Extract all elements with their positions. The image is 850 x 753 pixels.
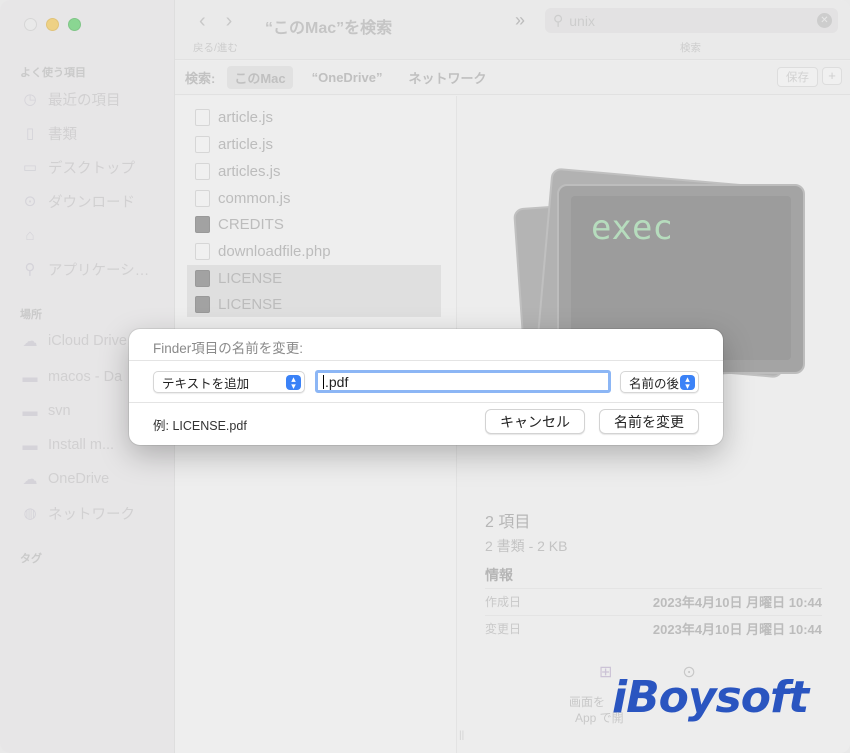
created-value: 2023年4月10日 月曜日 10:44 bbox=[652, 595, 822, 610]
cloud-icon: ☁ bbox=[22, 471, 38, 488]
rename-example: 例: LICENSE.pdf bbox=[153, 419, 247, 433]
tags-header: タグ bbox=[20, 553, 42, 565]
window-title: “このMac”を検索 bbox=[265, 20, 393, 37]
item-count: 2 項目 bbox=[485, 514, 531, 531]
minimize-button[interactable] bbox=[46, 18, 59, 31]
created-row: 作成日 2023年4月10日 月曜日 10:44 bbox=[485, 588, 822, 614]
rename-dialog: Finder項目の名前を変更: テキストを追加 ▴ ▾ .pdf 名前の後 ▴ ▾ … bbox=[129, 329, 723, 445]
list-item-selected[interactable]: LICENSE bbox=[187, 291, 441, 317]
text-caret bbox=[323, 374, 324, 389]
js-file-icon bbox=[195, 189, 210, 207]
back-button[interactable]: ‹ bbox=[199, 10, 206, 33]
disk-icon: ▬ bbox=[22, 402, 38, 420]
js-file-icon bbox=[195, 108, 210, 126]
modified-label: 変更日 bbox=[485, 622, 522, 636]
action-label: 画面を bbox=[569, 695, 606, 709]
divider bbox=[129, 402, 723, 403]
modified-row: 変更日 2023年4月10日 月曜日 10:44 bbox=[485, 615, 822, 641]
search-value: unix bbox=[569, 12, 595, 29]
list-item[interactable]: downloadfile.php bbox=[187, 238, 441, 264]
list-item[interactable]: article.js bbox=[187, 131, 441, 157]
clock-icon: ◷ bbox=[23, 91, 37, 108]
dialog-title: Finder項目の名前を変更: bbox=[153, 341, 304, 356]
sidebar-item-desktop[interactable]: ▭ デスクトップ bbox=[20, 156, 135, 178]
scope-network[interactable]: ネットワーク bbox=[401, 66, 493, 89]
exec-label: exec bbox=[591, 208, 673, 248]
forward-button[interactable]: › bbox=[226, 10, 233, 33]
item-summary: 2 書類 - 2 KB bbox=[485, 538, 568, 554]
more-chevron-icon[interactable]: » bbox=[515, 10, 525, 31]
zoom-button[interactable] bbox=[68, 18, 81, 31]
locations-header: 場所 bbox=[20, 309, 42, 321]
desktop-icon: ▭ bbox=[22, 159, 38, 176]
disk-icon: ▬ bbox=[22, 368, 38, 386]
search-input[interactable]: ⚲ unix ✕ bbox=[545, 8, 838, 33]
scope-label: 検索: bbox=[185, 71, 216, 86]
rename-button[interactable]: 名前を変更 bbox=[599, 409, 699, 434]
cancel-button[interactable]: キャンセル bbox=[485, 409, 585, 434]
search-label: 検索 bbox=[680, 42, 701, 54]
sidebar-item-install[interactable]: ▬ Install m... bbox=[20, 434, 115, 456]
list-item[interactable]: articles.js bbox=[187, 158, 441, 184]
sidebar-item-onedrive[interactable]: ☁ OneDrive bbox=[20, 468, 110, 490]
grid-icon[interactable]: ⊞ bbox=[599, 662, 612, 682]
iboysoft-watermark-logo: iBoysoft bbox=[612, 672, 809, 723]
scope-this-mac[interactable]: このMac bbox=[227, 66, 293, 89]
position-select[interactable]: 名前の後 ▴ ▾ bbox=[620, 371, 699, 393]
sidebar-item-downloads[interactable]: ⊙ ダウンロード bbox=[20, 190, 135, 212]
clear-search-icon[interactable]: ✕ bbox=[817, 13, 832, 28]
split-handle-icon[interactable]: || bbox=[459, 730, 464, 741]
stepper-arrows-icon: ▴ ▾ bbox=[286, 374, 301, 390]
toolbar: ‹ › 戻る/進む “このMac”を検索 » ⚲ unix ✕ 検索 bbox=[175, 0, 850, 60]
exec-file-icon bbox=[195, 295, 210, 313]
applications-icon: ⚲ bbox=[24, 261, 36, 278]
exec-file-icon bbox=[195, 269, 210, 287]
scope-onedrive[interactable]: “OneDrive” bbox=[305, 68, 390, 87]
disk-icon: ▬ bbox=[22, 436, 38, 454]
download-icon: ⊙ bbox=[23, 193, 37, 210]
exec-file-icon bbox=[195, 215, 210, 233]
search-scope-bar: 検索: このMac “OneDrive” ネットワーク 保存 + bbox=[175, 61, 850, 95]
js-file-icon bbox=[195, 135, 210, 153]
document-icon: ▯ bbox=[25, 125, 35, 142]
js-file-icon bbox=[195, 162, 210, 180]
sidebar-item-svn[interactable]: ▬ svn bbox=[20, 400, 71, 422]
sidebar-item-applications[interactable]: ⚲ アプリケーシ… bbox=[20, 258, 150, 280]
list-item-selected[interactable]: LICENSE bbox=[187, 265, 441, 291]
network-icon: ◍ bbox=[23, 505, 37, 522]
favorites-header: よく使う項目 bbox=[20, 67, 86, 79]
php-file-icon bbox=[195, 242, 210, 260]
nav-arrows: ‹ › bbox=[199, 10, 232, 33]
finder-window: よく使う項目 ◷ 最近の項目 ▯ 書類 ▭ デスクトップ ⊙ ダウンロード ⌂ … bbox=[0, 0, 850, 753]
created-label: 作成日 bbox=[485, 595, 522, 609]
add-criteria-button[interactable]: + bbox=[822, 67, 842, 85]
close-button[interactable] bbox=[24, 18, 37, 31]
sidebar-item-home[interactable]: ⌂ bbox=[20, 224, 48, 246]
sidebar-item-recents[interactable]: ◷ 最近の項目 bbox=[20, 88, 120, 110]
nav-label: 戻る/進む bbox=[193, 42, 238, 54]
list-item[interactable]: CREDITS bbox=[187, 211, 441, 237]
list-item[interactable]: common.js bbox=[187, 185, 441, 211]
info-header: 情報 bbox=[485, 567, 513, 583]
search-icon: ⚲ bbox=[553, 12, 564, 28]
sidebar-item-documents[interactable]: ▯ 書類 bbox=[20, 122, 77, 144]
cloud-icon: ☁ bbox=[22, 333, 38, 350]
add-text-field[interactable]: .pdf bbox=[315, 370, 611, 393]
divider bbox=[129, 360, 723, 361]
modified-value: 2023年4月10日 月曜日 10:44 bbox=[652, 622, 822, 637]
save-search-button[interactable]: 保存 bbox=[777, 67, 818, 87]
window-controls bbox=[24, 18, 81, 31]
home-icon: ⌂ bbox=[25, 226, 35, 244]
sidebar-item-network[interactable]: ◍ ネットワーク bbox=[20, 502, 135, 524]
sidebar-item-icloud[interactable]: ☁ iCloud Drive bbox=[20, 330, 127, 352]
stepper-arrows-icon: ▴ ▾ bbox=[680, 374, 695, 390]
sidebar-item-macos[interactable]: ▬ macos - Da bbox=[20, 366, 123, 388]
rename-mode-select[interactable]: テキストを追加 ▴ ▾ bbox=[153, 371, 305, 393]
list-item[interactable]: article.js bbox=[187, 104, 441, 130]
